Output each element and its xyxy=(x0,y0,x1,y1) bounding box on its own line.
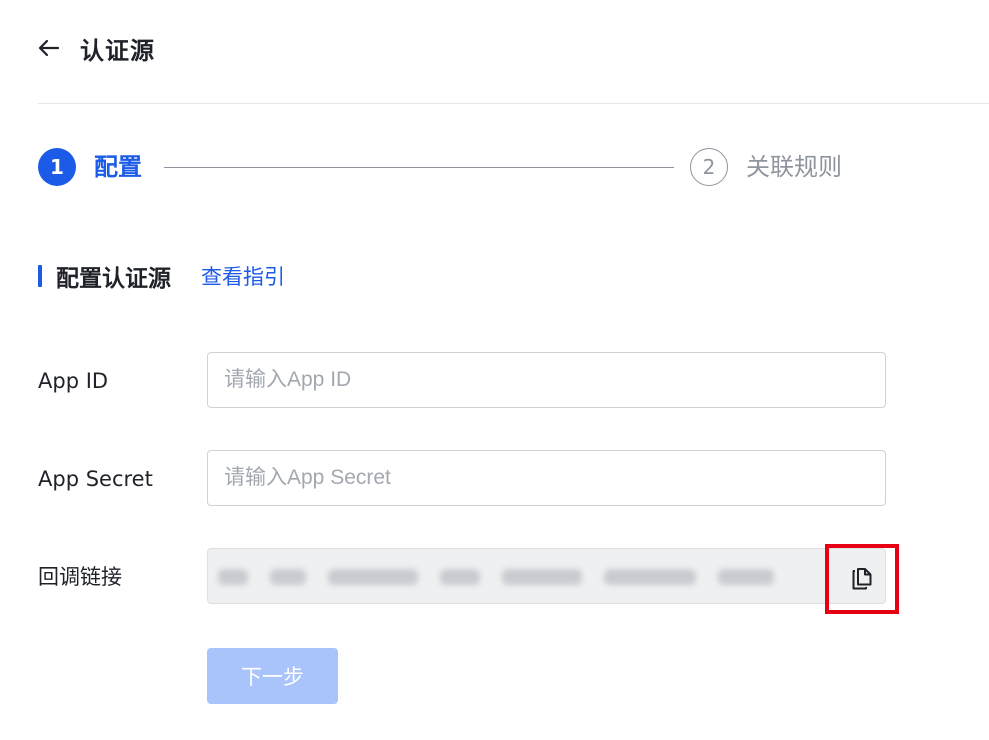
back-button[interactable] xyxy=(38,34,66,62)
copy-callback-url-button[interactable] xyxy=(825,544,899,614)
step-connector-line xyxy=(164,167,674,168)
copy-icon xyxy=(852,568,872,590)
app-secret-input[interactable] xyxy=(208,451,864,505)
section-header: 配置认证源 查看指引 xyxy=(38,259,285,293)
step-1-label: 配置 xyxy=(94,153,142,181)
app-id-label: App ID xyxy=(38,369,109,393)
header-divider xyxy=(38,103,989,104)
callback-url-label: 回调链接 xyxy=(38,565,122,589)
arrow-left-icon xyxy=(38,39,60,57)
steps-indicator: 1 配置 2 关联规则 xyxy=(38,148,868,188)
auth-source-config-page: 认证源 1 配置 2 关联规则 配置认证源 查看指引 App ID App Se… xyxy=(0,0,989,740)
step-1-number: 1 xyxy=(38,148,76,186)
app-secret-label: App Secret xyxy=(38,467,153,491)
section-title: 配置认证源 xyxy=(56,266,171,292)
page-title: 认证源 xyxy=(80,36,155,65)
step-2-label: 关联规则 xyxy=(746,153,842,181)
callback-url-value-blurred xyxy=(218,562,818,592)
callback-url-field xyxy=(207,548,886,604)
step-2-number: 2 xyxy=(690,148,728,186)
section-accent-bar xyxy=(38,265,42,287)
app-id-field xyxy=(207,352,886,408)
app-id-input[interactable] xyxy=(208,353,864,407)
view-guide-link[interactable]: 查看指引 xyxy=(201,261,285,291)
app-secret-field xyxy=(207,450,886,506)
next-step-button[interactable]: 下一步 xyxy=(207,648,338,704)
page-header: 认证源 xyxy=(38,28,155,68)
